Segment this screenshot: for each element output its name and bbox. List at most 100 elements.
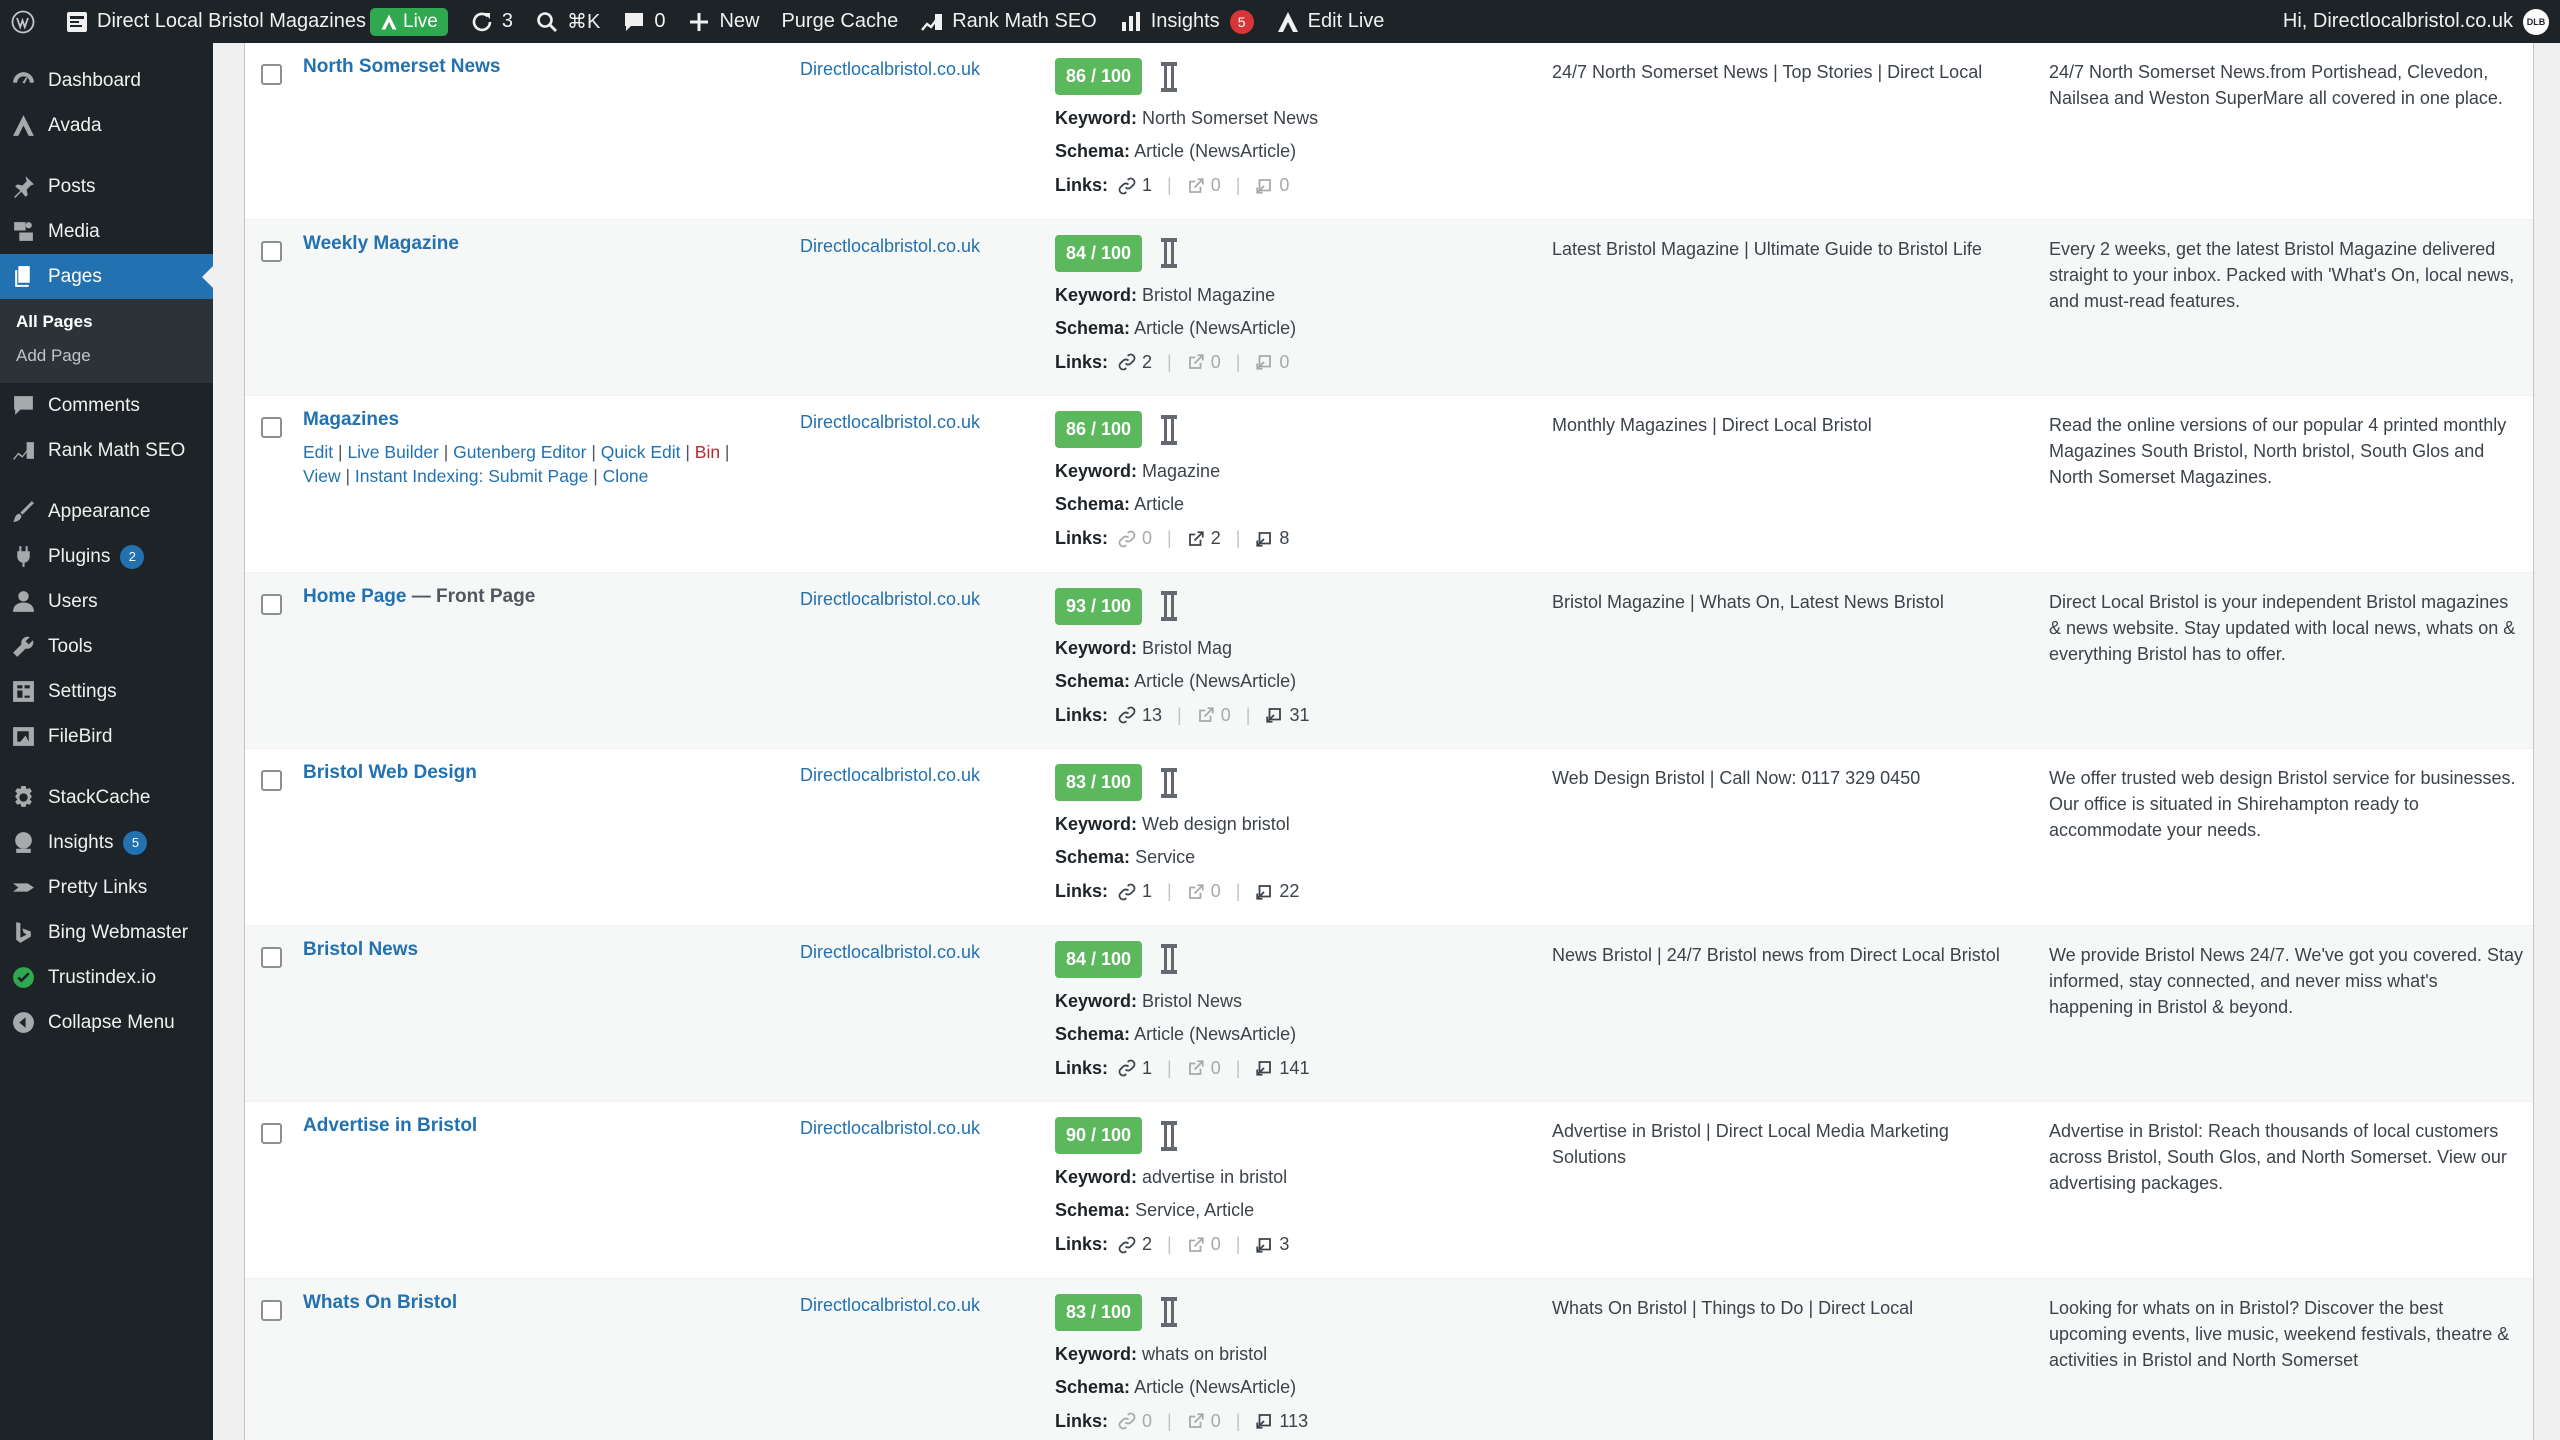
insights-menu[interactable]: Insights 5 <box>1108 0 1265 43</box>
page-title-link[interactable]: Advertise in Bristol <box>303 1115 477 1136</box>
link-icon <box>1118 177 1136 194</box>
row-checkbox[interactable] <box>261 1123 282 1144</box>
menu-item-appearance[interactable]: Appearance <box>0 489 213 534</box>
pillar-content-icon[interactable] <box>1159 767 1179 799</box>
author-link[interactable]: Directlocalbristol.co.uk <box>800 1118 980 1139</box>
seo-details-cell: 90 / 100 Keyword: advertise in bristol S… <box>1055 1117 1515 1255</box>
menu-item-filebird[interactable]: FileBird <box>0 714 213 759</box>
pillar-content-icon[interactable] <box>1159 1120 1179 1152</box>
menu-item-trustindex[interactable]: Trustindex.io <box>0 955 213 1000</box>
menu-item-rank-math[interactable]: Rank Math SEO <box>0 428 213 473</box>
menu-item-media[interactable]: Media <box>0 209 213 254</box>
page-title-link[interactable]: Whats On Bristol <box>303 1292 457 1313</box>
submenu-add-page[interactable]: Add Page <box>0 339 213 373</box>
row-checkbox[interactable] <box>261 240 282 262</box>
command-palette-button[interactable]: ⌘K <box>524 0 611 43</box>
pages-icon <box>15 266 30 287</box>
page-title-link[interactable]: Home Page <box>303 586 406 607</box>
menu-item-settings[interactable]: Settings <box>0 669 213 714</box>
menu-item-users[interactable]: Users <box>0 579 213 624</box>
submenu-all-pages[interactable]: All Pages <box>0 305 213 339</box>
seo-description: We offer trusted web design Bristol serv… <box>2049 768 2516 840</box>
external-links: 0 <box>1187 352 1221 373</box>
menu-item-stackcache[interactable]: StackCache <box>0 775 213 820</box>
site-name-menu[interactable]: Direct Local Bristol Magazines Live <box>54 0 459 43</box>
pillar-content-icon[interactable] <box>1159 590 1179 622</box>
seo-score-badge[interactable]: 83 / 100 <box>1055 764 1143 801</box>
schema-type: Schema: Service, Article <box>1055 1200 1255 1220</box>
pillar-content-icon[interactable] <box>1159 943 1179 975</box>
live-badge[interactable]: Live <box>370 7 448 36</box>
comments-button[interactable]: 0 <box>611 0 676 43</box>
seo-score-badge[interactable]: 93 / 100 <box>1055 587 1143 625</box>
link-icon <box>1118 530 1136 547</box>
seo-score-badge[interactable]: 84 / 100 <box>1055 234 1143 272</box>
menu-item-bing-webmaster[interactable]: Bing Webmaster <box>0 910 213 955</box>
internal-links: 1 <box>1118 175 1152 196</box>
page-title-link[interactable]: Weekly Magazine <box>303 233 459 254</box>
new-content-button[interactable]: New <box>676 0 770 43</box>
instant-indexing-action[interactable]: Instant Indexing: Submit Page <box>355 466 588 486</box>
admin-menu: Dashboard Avada Posts Media Pages All Pa… <box>0 43 213 1440</box>
page-title-link[interactable]: Magazines <box>303 409 399 430</box>
insights-badge: 5 <box>1229 9 1254 34</box>
author-link[interactable]: Directlocalbristol.co.uk <box>800 765 980 786</box>
menu-item-avada[interactable]: Avada <box>0 103 213 148</box>
menu-item-plugins[interactable]: Plugins 2 <box>0 534 213 579</box>
pillar-content-icon[interactable] <box>1159 61 1179 93</box>
check-circle-icon <box>13 967 34 988</box>
my-account-menu[interactable]: Hi, Directlocalbristol.co.uk DLB <box>2272 0 2560 43</box>
seo-score-badge[interactable]: 84 / 100 <box>1055 940 1143 978</box>
avada-icon <box>1277 11 1298 32</box>
internal-links: 13 <box>1118 705 1162 726</box>
page-title-link[interactable]: Bristol News <box>303 939 418 960</box>
external-links: 0 <box>1197 705 1231 726</box>
menu-item-tools[interactable]: Tools <box>0 624 213 669</box>
edit-live-button[interactable]: Edit Live <box>1265 0 1396 43</box>
menu-item-pretty-links[interactable]: Pretty Links <box>0 865 213 910</box>
row-checkbox[interactable] <box>261 1299 282 1321</box>
menu-item-dashboard[interactable]: Dashboard <box>0 58 213 103</box>
site-icon <box>67 11 87 32</box>
schema-type: Schema: Article <box>1055 494 1185 514</box>
view-action[interactable]: View <box>303 466 341 486</box>
purge-cache-button[interactable]: Purge Cache <box>770 0 909 43</box>
row-checkbox[interactable] <box>261 64 282 85</box>
edit-action[interactable]: Edit <box>303 442 333 462</box>
rank-math-menu[interactable]: Rank Math SEO <box>909 0 1108 43</box>
gutenberg-editor-action[interactable]: Gutenberg Editor <box>453 442 586 462</box>
seo-details-cell: 86 / 100 Keyword: North Somerset News Sc… <box>1055 58 1515 196</box>
author-link[interactable]: Directlocalbristol.co.uk <box>800 1295 980 1316</box>
author-link[interactable]: Directlocalbristol.co.uk <box>800 942 980 963</box>
author-link[interactable]: Directlocalbristol.co.uk <box>800 412 980 433</box>
page-title-link[interactable]: North Somerset News <box>303 56 500 77</box>
author-link[interactable]: Directlocalbristol.co.uk <box>800 236 980 257</box>
seo-score-badge[interactable]: 86 / 100 <box>1055 58 1143 95</box>
pillar-content-icon[interactable] <box>1159 414 1179 446</box>
pillar-content-icon[interactable] <box>1159 1296 1179 1328</box>
incoming-links: 0 <box>1255 352 1289 373</box>
author-link[interactable]: Directlocalbristol.co.uk <box>800 589 980 610</box>
clone-action[interactable]: Clone <box>603 466 649 486</box>
author-link[interactable]: Directlocalbristol.co.uk <box>800 59 980 80</box>
row-checkbox[interactable] <box>261 417 282 438</box>
live-builder-action[interactable]: Live Builder <box>347 442 438 462</box>
menu-item-posts[interactable]: Posts <box>0 164 213 209</box>
seo-score-badge[interactable]: 86 / 100 <box>1055 411 1143 448</box>
menu-item-comments[interactable]: Comments <box>0 383 213 428</box>
wordpress-logo-button[interactable] <box>0 0 54 43</box>
collapse-menu-button[interactable]: Collapse Menu <box>0 1000 213 1045</box>
menu-item-pages[interactable]: Pages <box>0 254 213 299</box>
row-checkbox[interactable] <box>261 770 282 791</box>
menu-item-insights[interactable]: Insights 5 <box>0 820 213 865</box>
updates-button[interactable]: 3 <box>459 0 524 43</box>
seo-score-badge[interactable]: 90 / 100 <box>1055 1117 1143 1154</box>
bin-action[interactable]: Bin <box>695 442 720 462</box>
quick-edit-action[interactable]: Quick Edit <box>601 442 681 462</box>
row-checkbox[interactable] <box>261 946 282 968</box>
pillar-content-icon[interactable] <box>1159 237 1179 269</box>
seo-score-badge[interactable]: 83 / 100 <box>1055 1293 1143 1331</box>
comment-icon <box>625 12 644 31</box>
row-checkbox[interactable] <box>261 593 282 615</box>
page-title-link[interactable]: Bristol Web Design <box>303 762 477 783</box>
